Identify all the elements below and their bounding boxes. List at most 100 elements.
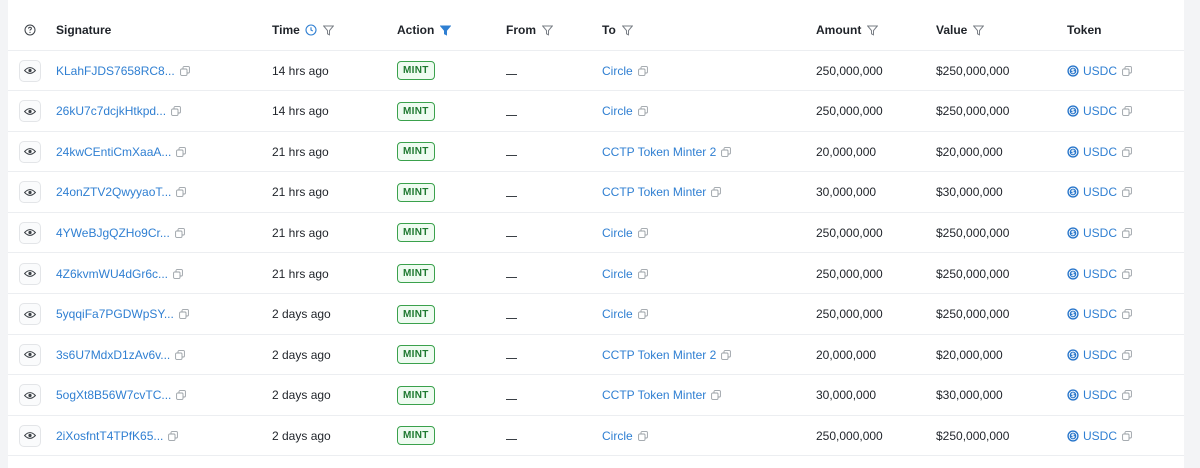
to-filter-icon[interactable] [621,25,633,36]
copy-icon[interactable] [168,431,179,441]
view-details-button[interactable] [19,181,41,204]
copy-icon[interactable] [1122,146,1132,157]
action-filter-icon[interactable] [440,25,452,36]
token-cell: $ USDC [1067,254,1132,293]
copy-icon[interactable] [178,309,189,319]
signature-link[interactable]: 5ogXt8B56W7cvTC... [56,388,171,402]
from-cell [506,92,517,131]
signature-link[interactable]: 3s6U7MdxD1zAv6v... [56,348,170,362]
copy-icon[interactable] [721,349,732,360]
copy-icon[interactable] [1122,187,1132,198]
clock-icon[interactable] [305,24,317,36]
to-link[interactable]: CCTP Token Minter [602,388,706,402]
action-cell: MINT [397,92,435,131]
to-link[interactable]: Circle [602,64,633,78]
copy-icon[interactable] [1122,228,1132,238]
from-filter-icon[interactable] [542,25,553,36]
token-link[interactable]: USDC [1083,348,1117,362]
copy-icon[interactable] [175,349,186,360]
to-link[interactable]: CCTP Token Minter 2 [602,145,716,159]
table-row: 3s6U7MdxD1zAv6v... 2 days ago MINT CCTP … [8,335,1184,376]
mint-badge: MINT [397,264,435,283]
to-link[interactable]: CCTP Token Minter 2 [602,348,716,362]
signature-link[interactable]: 4Z6kvmWU4dGr6c... [56,267,168,281]
to-link[interactable]: CCTP Token Minter [602,185,706,199]
help-icon[interactable] [24,10,36,50]
view-details-button[interactable] [19,424,41,447]
copy-icon[interactable] [1122,106,1132,116]
copy-icon[interactable] [721,146,732,157]
view-details-button[interactable] [19,140,41,163]
copy-icon[interactable] [176,146,187,157]
to-link[interactable]: Circle [602,104,633,118]
to-link[interactable]: Circle [602,267,633,281]
copy-icon[interactable] [171,106,181,116]
signature-link[interactable]: 24onZTV2QwyyaoT... [56,185,171,199]
to-link[interactable]: Circle [602,226,633,240]
view-details-button[interactable] [19,303,41,326]
from-cell [506,416,517,455]
signature-link[interactable]: 2iXosfntT4TPfK65... [56,429,163,443]
amount-cell: 250,000,000 [816,428,883,443]
to-link[interactable]: Circle [602,307,633,321]
token-link[interactable]: USDC [1083,226,1117,240]
copy-icon[interactable] [179,65,190,76]
signature-cell: 26kU7c7dcjkHtkpd... [56,92,181,131]
signature-link[interactable]: 5yqqiFa7PGDWpSY... [56,307,174,321]
time-filter-icon[interactable] [322,25,334,36]
usdc-icon: $ [1067,389,1079,401]
signature-cell: KLahFJDS7658RC8... [56,51,190,90]
view-details-button[interactable] [19,343,41,366]
view-details-button[interactable] [19,100,41,123]
column-header-value-label: Value [936,23,968,37]
copy-icon[interactable] [1122,431,1132,441]
token-link[interactable]: USDC [1083,388,1117,402]
signature-link[interactable]: KLahFJDS7658RC8... [56,64,175,78]
amount-filter-icon[interactable] [867,25,879,36]
token-link[interactable]: USDC [1083,64,1117,78]
row-eye-cell [19,213,41,252]
table-row: 24onZTV2QwyyaoT... 21 hrs ago MINT CCTP … [8,173,1184,213]
copy-icon[interactable] [174,228,185,238]
copy-icon[interactable] [176,390,187,401]
view-details-button[interactable] [19,59,41,82]
value-cell: $20,000,000 [936,144,1003,159]
row-eye-cell [19,51,41,90]
copy-icon[interactable] [1122,349,1132,360]
value-cell: $250,000,000 [936,104,1010,119]
token-link[interactable]: USDC [1083,267,1117,281]
copy-icon[interactable] [1122,309,1132,319]
token-link[interactable]: USDC [1083,429,1117,443]
time-cell: 21 hrs ago [272,225,329,240]
time-cell: 21 hrs ago [272,144,329,159]
view-details-button[interactable] [19,221,41,244]
copy-icon[interactable] [711,390,722,401]
copy-icon[interactable] [637,65,648,76]
amount-cell: 20,000,000 [816,144,877,159]
copy-icon[interactable] [1122,390,1132,401]
copy-icon[interactable] [637,228,648,238]
copy-icon[interactable] [637,309,648,319]
row-eye-cell [19,416,41,455]
token-link[interactable]: USDC [1083,104,1117,118]
value-filter-icon[interactable] [973,25,985,36]
from-cell [506,213,517,252]
copy-icon[interactable] [637,268,648,279]
view-details-button[interactable] [19,384,41,407]
token-link[interactable]: USDC [1083,185,1117,199]
copy-icon[interactable] [637,106,648,116]
signature-link[interactable]: 26kU7c7dcjkHtkpd... [56,104,166,118]
view-details-button[interactable] [19,262,41,285]
token-link[interactable]: USDC [1083,145,1117,159]
copy-icon[interactable] [176,187,187,198]
copy-icon[interactable] [711,187,722,198]
table-row: 5yqqiFa7PGDWpSY... 2 days ago MINT Circl… [8,295,1184,335]
copy-icon[interactable] [1122,268,1132,279]
token-link[interactable]: USDC [1083,307,1117,321]
signature-link[interactable]: 24kwCEntiCmXaaA... [56,145,171,159]
copy-icon[interactable] [637,431,648,441]
signature-link[interactable]: 4YWeBJgQZHo9Cr... [56,226,170,240]
to-link[interactable]: Circle [602,429,633,443]
copy-icon[interactable] [1122,65,1132,76]
copy-icon[interactable] [173,268,183,279]
